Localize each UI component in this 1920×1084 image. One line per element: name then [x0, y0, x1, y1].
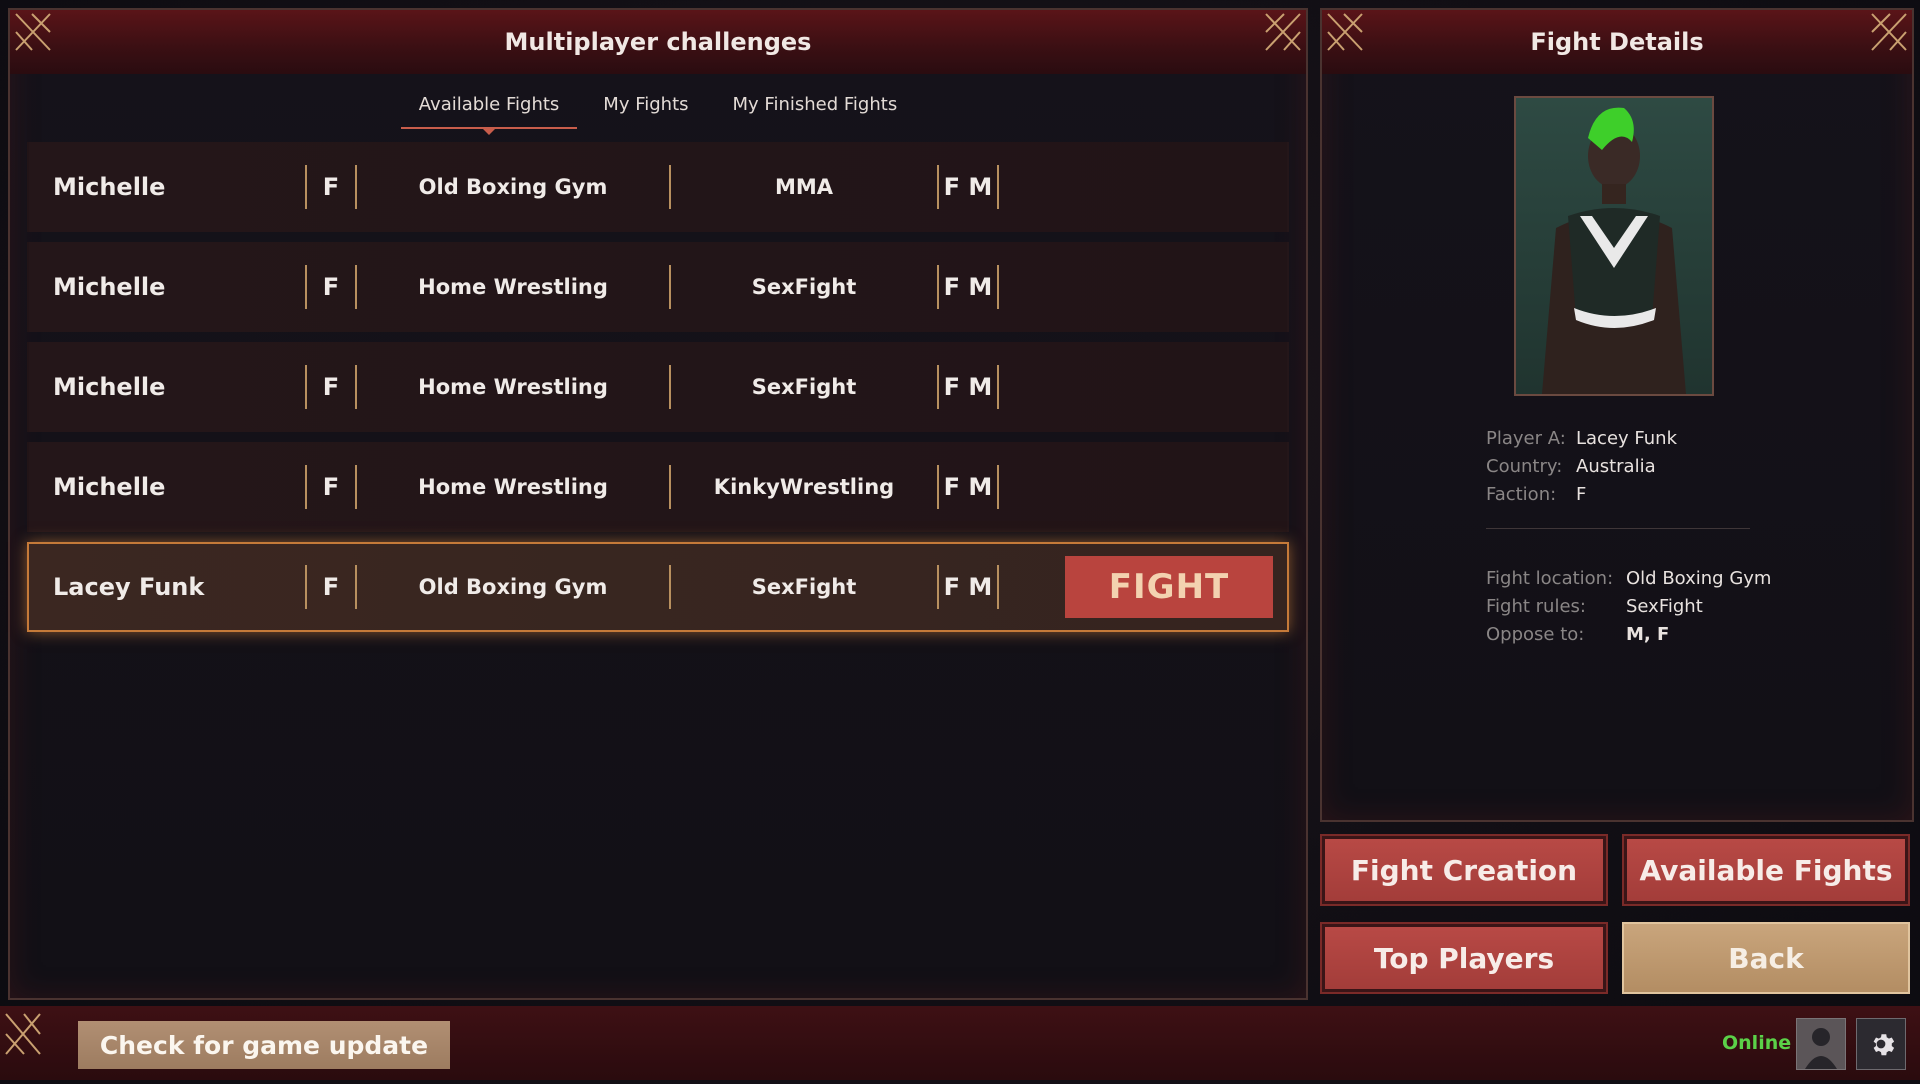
fight-row[interactable]: Michelle F Old Boxing Gym MMA F M	[27, 142, 1289, 232]
player-a-label: Player A:	[1486, 427, 1566, 449]
fight-rules-value: SexFight	[1626, 595, 1703, 617]
fight-oppose: F M	[943, 473, 993, 501]
tab-my-fights[interactable]: My Fights	[585, 84, 706, 129]
tab-available-fights[interactable]: Available Fights	[400, 84, 578, 129]
avatar-icon[interactable]	[1796, 1018, 1846, 1070]
fight-player-name: Michelle	[53, 173, 166, 201]
column-divider	[997, 465, 999, 509]
fight-rules: SexFight	[751, 275, 857, 299]
fight-faction: F	[322, 473, 340, 501]
fight-rules: SexFight	[751, 575, 857, 599]
top-players-button[interactable]: Top Players	[1320, 922, 1608, 994]
oppose-value: M, F	[1626, 623, 1670, 645]
fight-location-value: Old Boxing Gym	[1626, 567, 1772, 589]
panel-title: Multiplayer challenges	[504, 28, 812, 56]
fight-oppose: F M	[943, 573, 993, 601]
back-button[interactable]: Back	[1622, 922, 1910, 994]
player-portrait	[1514, 96, 1714, 396]
fight-row[interactable]: Michelle F Home Wrestling KinkyWrestling…	[27, 442, 1289, 532]
corner-ornament-icon	[1854, 10, 1912, 74]
check-update-button[interactable]: Check for game update	[78, 1021, 450, 1069]
corner-ornament-icon	[0, 1006, 58, 1080]
faction-label: Faction:	[1486, 483, 1557, 505]
challenge-tabs: Available Fights My Fights My Finished F…	[10, 84, 1306, 129]
fight-row-selected[interactable]: Lacey Funk F Old Boxing Gym SexFight F M…	[27, 542, 1289, 632]
fight-player-name: Michelle	[53, 373, 166, 401]
column-divider	[997, 365, 999, 409]
fight-oppose: F M	[943, 373, 993, 401]
fight-list: Michelle F Old Boxing Gym MMA F M Michel…	[27, 142, 1289, 642]
oppose-label: Oppose to:	[1486, 623, 1585, 645]
fight-info: Fight location: Old Boxing Gym Fight rule…	[1486, 564, 1771, 648]
fight-location-label: Fight location:	[1486, 567, 1614, 589]
fight-rules-label: Fight rules:	[1486, 595, 1586, 617]
gear-icon[interactable]	[1856, 1018, 1906, 1070]
fight-location: Home Wrestling	[418, 375, 608, 399]
player-a-value: Lacey Funk	[1576, 427, 1678, 449]
corner-ornament-icon	[1322, 10, 1380, 74]
details-divider	[1486, 528, 1750, 529]
fight-row[interactable]: Michelle F Home Wrestling SexFight F M	[27, 242, 1289, 332]
fight-player-name: Michelle	[53, 473, 166, 501]
fight-location: Old Boxing Gym	[418, 175, 608, 199]
fight-oppose: F M	[943, 273, 993, 301]
faction-value: F	[1576, 483, 1587, 505]
available-fights-button[interactable]: Available Fights	[1622, 834, 1910, 906]
column-divider	[997, 165, 999, 209]
column-divider	[997, 265, 999, 309]
details-title: Fight Details	[1530, 28, 1704, 56]
fight-row[interactable]: Michelle F Home Wrestling SexFight F M	[27, 342, 1289, 432]
column-divider	[997, 565, 999, 609]
fight-location: Old Boxing Gym	[418, 575, 608, 599]
fight-faction: F	[322, 173, 340, 201]
fight-creation-button[interactable]: Fight Creation	[1320, 834, 1608, 906]
country-value: Australia	[1576, 455, 1656, 477]
fight-location: Home Wrestling	[418, 275, 608, 299]
fight-rules: MMA	[774, 175, 834, 199]
fight-player-name: Lacey Funk	[53, 573, 205, 601]
fight-button[interactable]: FIGHT	[1065, 556, 1273, 618]
fight-faction: F	[322, 573, 340, 601]
player-details: Player A: Lacey Funk Country: Australia Fa…	[1486, 424, 1677, 508]
tab-my-finished-fights[interactable]: My Finished Fights	[715, 84, 916, 129]
fight-rules: KinkyWrestling	[713, 475, 895, 499]
fight-details-panel: Fight Details Player A: Lacey Funk Countr…	[1320, 8, 1914, 822]
fight-faction: F	[322, 373, 340, 401]
fight-location: Home Wrestling	[418, 475, 608, 499]
online-status: Online	[1722, 1032, 1792, 1054]
fight-oppose: F M	[943, 173, 993, 201]
corner-ornament-icon	[1248, 10, 1306, 74]
details-header: Fight Details	[1322, 10, 1912, 74]
challenges-panel: Multiplayer challenges Available Fights …	[8, 8, 1308, 1000]
corner-ornament-icon	[10, 10, 68, 74]
country-label: Country:	[1486, 455, 1563, 477]
fight-rules: SexFight	[751, 375, 857, 399]
challenges-header: Multiplayer challenges	[10, 10, 1306, 74]
fight-faction: F	[322, 273, 340, 301]
fight-player-name: Michelle	[53, 273, 166, 301]
